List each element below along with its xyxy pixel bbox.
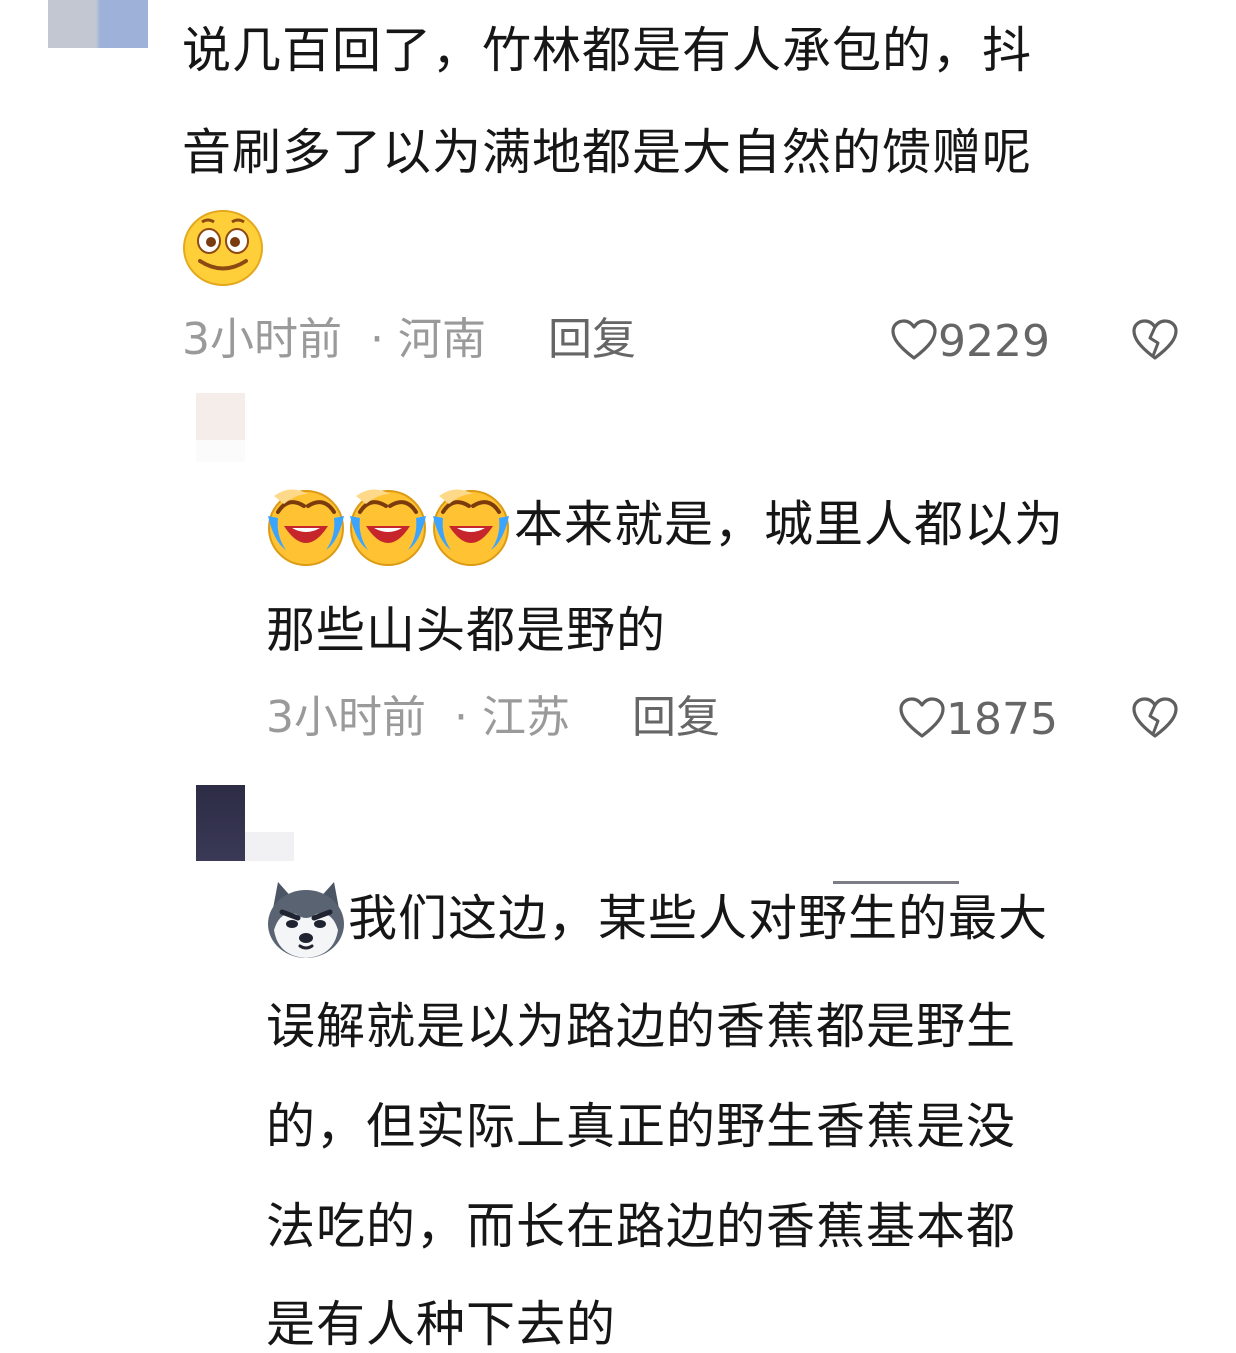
comment-meta: 3小时前 · 江苏 回复: [266, 696, 720, 740]
husky-dog-emoji-icon: [264, 878, 348, 960]
heart-outline-icon[interactable]: [890, 318, 938, 362]
smile-emoji-icon: [182, 208, 264, 286]
comment-time: 3小时前: [182, 314, 342, 365]
reply-button[interactable]: 回复: [632, 692, 720, 743]
broken-heart-icon[interactable]: [1131, 318, 1179, 362]
comment-text-line: 音刷多了以为满地都是大自然的馈赠呢: [182, 124, 1033, 181]
comment-text-line: 那些山头都是野的: [266, 602, 667, 659]
comment-text-line: 的，但实际上真正的野生香蕉是没: [266, 1098, 1017, 1155]
avatar-shadow: [196, 440, 245, 462]
comment-text-line: 法吃的，而长在路边的香蕉基本都: [266, 1198, 1017, 1255]
avatar-shadow: [245, 832, 294, 861]
broken-heart-icon[interactable]: [1131, 696, 1179, 740]
like-button[interactable]: 1875: [898, 696, 1058, 742]
comment-text-line: 是有人种下去的: [266, 1296, 617, 1353]
comment-text-line: 说几百回了，竹林都是有人承包的，抖: [182, 22, 1033, 79]
comment-text-line: 我们这边，某些人对野生的最大: [348, 890, 1049, 947]
comment-text-line: 误解就是以为路边的香蕉都是野生: [266, 998, 1017, 1055]
avatar[interactable]: [196, 393, 245, 440]
laugh-cry-icon: [346, 484, 430, 566]
heart-outline-icon[interactable]: [898, 696, 946, 740]
comment-text-line: 本来就是，城里人都以为: [514, 496, 1065, 553]
comment-time: 3小时前: [266, 692, 426, 743]
comment-location: · 河南: [370, 314, 486, 365]
comment-meta: 3小时前 · 河南 回复: [182, 318, 636, 362]
laugh-cry-icon: [429, 484, 513, 566]
avatar[interactable]: [48, 0, 148, 48]
comment-location: · 江苏: [454, 692, 570, 743]
like-count: 9229: [938, 316, 1050, 367]
like-button[interactable]: 9229: [890, 318, 1050, 364]
like-count: 1875: [946, 694, 1058, 745]
reply-button[interactable]: 回复: [548, 314, 636, 365]
divider: [833, 881, 959, 884]
laugh-cry-icon: [264, 484, 348, 566]
avatar[interactable]: [196, 785, 245, 861]
